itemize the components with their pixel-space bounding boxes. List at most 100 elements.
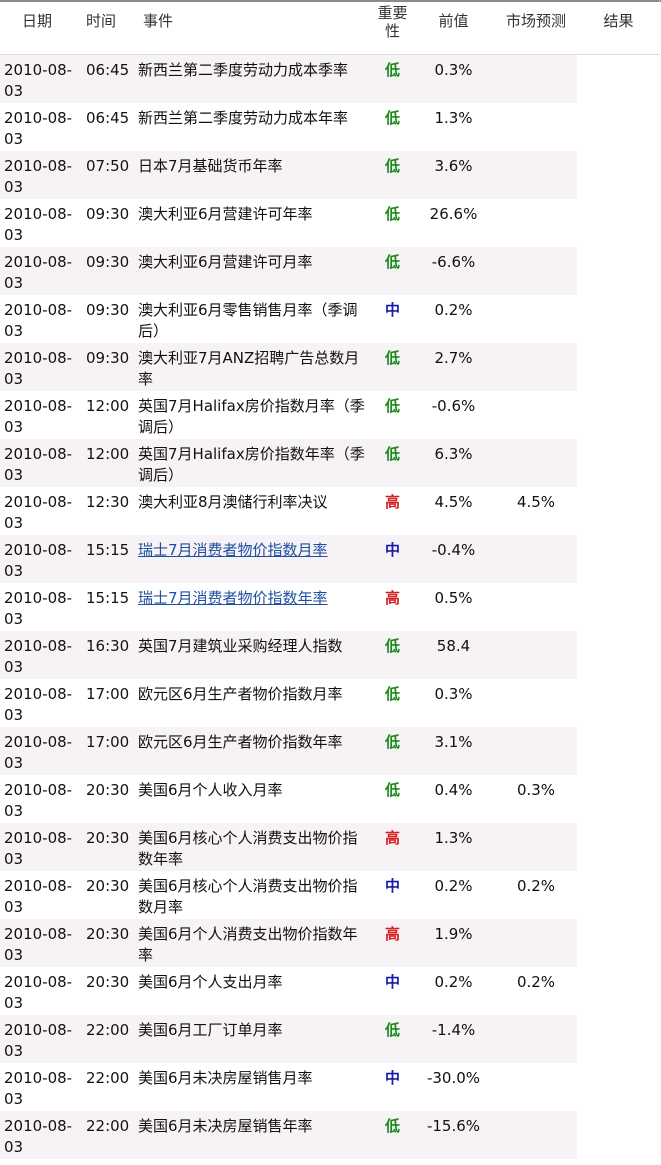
importance-cell: 低 bbox=[373, 679, 412, 727]
forecast-cell bbox=[495, 151, 577, 199]
time-cell-inner: 09:30 bbox=[78, 295, 133, 321]
time-cell-inner: 17:00 bbox=[78, 727, 133, 753]
date-text: 2010-08-03 bbox=[4, 541, 73, 580]
result-cell-inner bbox=[577, 823, 660, 828]
importance-cell: 低 bbox=[373, 103, 412, 151]
previous-cell-inner: 1.3% bbox=[412, 823, 495, 849]
time-cell: 22:00 bbox=[78, 1111, 133, 1159]
importance-cell-inner: 低 bbox=[373, 343, 412, 369]
importance-cell-inner: 中 bbox=[373, 967, 412, 993]
importance-text: 低 bbox=[384, 253, 400, 271]
event-link[interactable]: 瑞士7月消费者物价指数月率 bbox=[138, 541, 328, 559]
event-cell: 英国7月Halifax房价指数年率（季调后） bbox=[133, 439, 373, 487]
forecast-cell-inner: 0.2% bbox=[495, 871, 577, 897]
table-row: 2010-08-03 12:00 英国7月Halifax房价指数年率（季调后） 低 6.… bbox=[0, 439, 660, 487]
event-cell: 澳大利亚7月ANZ招聘广告总数月率 bbox=[133, 343, 373, 391]
forecast-cell bbox=[495, 679, 577, 727]
previous-cell-inner: -30.0% bbox=[412, 1063, 495, 1089]
previous-text: 1.3% bbox=[434, 109, 473, 127]
event-cell-inner: 新西兰第二季度劳动力成本季率 bbox=[133, 55, 373, 81]
importance-cell-inner: 低 bbox=[373, 55, 412, 81]
importance-cell: 中 bbox=[373, 535, 412, 583]
time-text: 20:30 bbox=[86, 973, 130, 991]
previous-cell-inner: 0.2% bbox=[412, 295, 495, 321]
forecast-cell: 4.5% bbox=[495, 487, 577, 535]
event-text: 英国7月Halifax房价指数年率（季调后） bbox=[138, 445, 365, 484]
event-cell-inner: 英国7月建筑业采购经理人指数 bbox=[133, 631, 373, 657]
previous-text: 0.4% bbox=[434, 781, 473, 799]
result-cell-inner bbox=[577, 679, 660, 684]
forecast-cell bbox=[495, 919, 577, 967]
previous-cell-inner: 3.1% bbox=[412, 727, 495, 753]
event-cell-inner: 美国6月未决房屋销售月率 bbox=[133, 1063, 373, 1089]
forecast-cell bbox=[495, 583, 577, 631]
event-cell: 澳大利亚6月营建许可月率 bbox=[133, 247, 373, 295]
header-time: 时间 bbox=[78, 2, 133, 55]
time-text: 17:00 bbox=[86, 685, 130, 703]
date-cell-inner: 2010-08-03 bbox=[0, 919, 78, 966]
date-text: 2010-08-03 bbox=[4, 1069, 73, 1108]
importance-cell: 低 bbox=[373, 391, 412, 439]
event-cell: 美国6月核心个人消费支出物价指数月率 bbox=[133, 871, 373, 919]
importance-cell: 低 bbox=[373, 631, 412, 679]
result-cell-inner bbox=[577, 55, 660, 60]
time-text: 20:30 bbox=[86, 925, 130, 943]
previous-cell-inner: 0.3% bbox=[412, 55, 495, 81]
importance-text: 高 bbox=[384, 925, 400, 943]
previous-cell-inner: 4.5% bbox=[412, 487, 495, 513]
previous-cell-inner: -0.6% bbox=[412, 391, 495, 417]
time-cell: 22:00 bbox=[78, 1063, 133, 1111]
event-cell-inner: 美国6月核心个人消费支出物价指数年率 bbox=[133, 823, 373, 870]
event-text: 美国6月未决房屋销售月率 bbox=[138, 1069, 313, 1087]
time-cell: 15:15 bbox=[78, 583, 133, 631]
time-cell-inner: 12:00 bbox=[78, 391, 133, 417]
importance-text: 低 bbox=[384, 109, 400, 127]
forecast-cell bbox=[495, 535, 577, 583]
result-cell bbox=[577, 775, 660, 823]
time-text: 09:30 bbox=[86, 253, 130, 271]
importance-text: 高 bbox=[384, 589, 400, 607]
event-cell: 美国6月核心个人消费支出物价指数年率 bbox=[133, 823, 373, 871]
event-cell-inner: 新西兰第二季度劳动力成本年率 bbox=[133, 103, 373, 129]
header-result: 结果 bbox=[577, 2, 660, 55]
event-cell-inner: 澳大利亚6月营建许可月率 bbox=[133, 247, 373, 273]
result-cell bbox=[577, 727, 660, 775]
date-text: 2010-08-03 bbox=[4, 157, 73, 196]
importance-cell: 低 bbox=[373, 727, 412, 775]
date-cell: 2010-08-03 bbox=[0, 295, 78, 343]
time-cell-inner: 12:30 bbox=[78, 487, 133, 513]
table-header: 日期 时间 事件 重要性 前值 市场预测 结果 bbox=[0, 2, 660, 55]
event-cell-inner: 澳大利亚6月营建许可年率 bbox=[133, 199, 373, 225]
forecast-cell bbox=[495, 343, 577, 391]
result-cell bbox=[577, 1111, 660, 1159]
previous-cell: 4.5% bbox=[412, 487, 495, 535]
time-text: 20:30 bbox=[86, 877, 130, 895]
result-cell-inner bbox=[577, 103, 660, 108]
importance-cell-inner: 低 bbox=[373, 775, 412, 801]
date-cell-inner: 2010-08-03 bbox=[0, 439, 78, 486]
event-cell: 英国7月建筑业采购经理人指数 bbox=[133, 631, 373, 679]
previous-cell: 0.5% bbox=[412, 583, 495, 631]
date-text: 2010-08-03 bbox=[4, 349, 73, 388]
result-cell bbox=[577, 631, 660, 679]
previous-cell: 0.2% bbox=[412, 295, 495, 343]
date-cell-inner: 2010-08-03 bbox=[0, 1111, 78, 1158]
previous-text: 0.3% bbox=[434, 61, 473, 79]
event-link[interactable]: 瑞士7月消费者物价指数年率 bbox=[138, 589, 328, 607]
importance-cell: 低 bbox=[373, 247, 412, 295]
importance-cell-inner: 低 bbox=[373, 247, 412, 273]
date-text: 2010-08-03 bbox=[4, 877, 73, 916]
table-row: 2010-08-03 06:45 新西兰第二季度劳动力成本季率 低 0.3% bbox=[0, 54, 660, 103]
event-cell-inner: 澳大利亚6月零售销售月率（季调后） bbox=[133, 295, 373, 342]
importance-cell: 高 bbox=[373, 919, 412, 967]
date-cell: 2010-08-03 bbox=[0, 919, 78, 967]
result-cell-inner bbox=[577, 343, 660, 348]
importance-cell-inner: 中 bbox=[373, 1063, 412, 1089]
result-cell-inner bbox=[577, 871, 660, 876]
importance-cell-inner: 中 bbox=[373, 535, 412, 561]
time-cell-inner: 20:30 bbox=[78, 823, 133, 849]
importance-cell: 中 bbox=[373, 1063, 412, 1111]
forecast-cell-inner bbox=[495, 151, 577, 156]
result-cell-inner bbox=[577, 391, 660, 396]
forecast-text: 0.2% bbox=[516, 973, 556, 991]
